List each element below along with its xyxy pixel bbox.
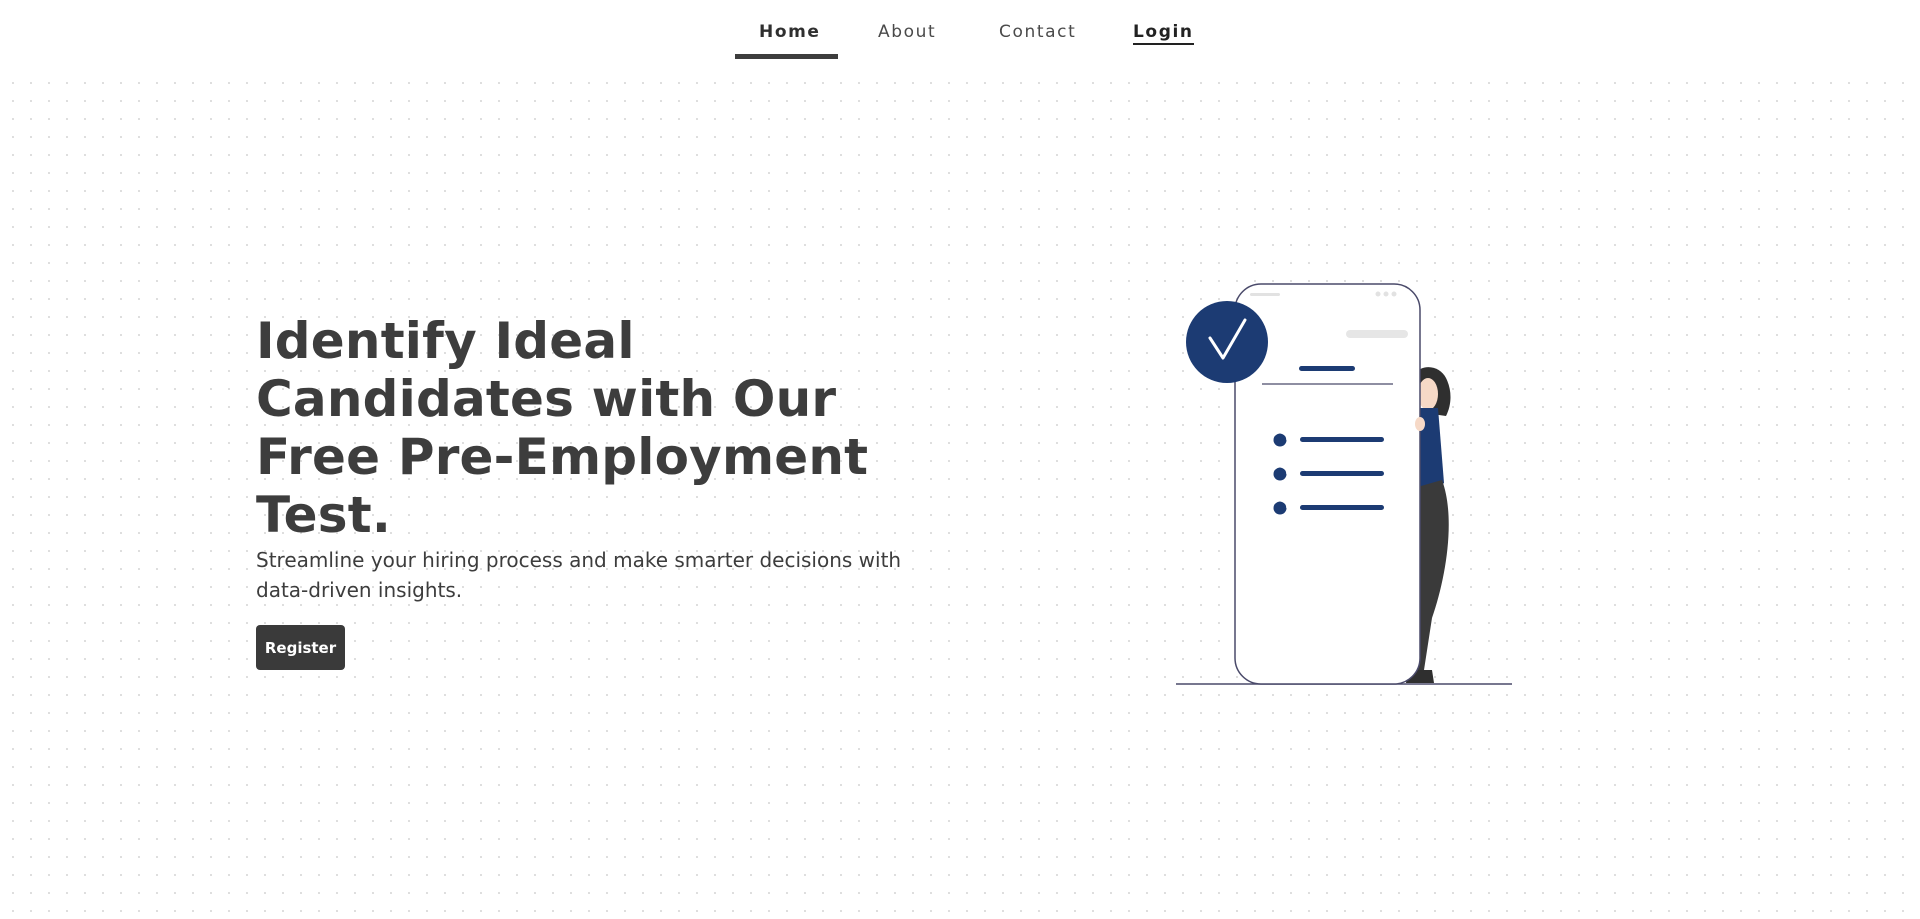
hero-title: Identify Ideal Candidates with Our Free … — [256, 312, 869, 544]
nav-contact-link[interactable]: Contact — [999, 22, 1076, 42]
top-navigation: Home About Contact Login — [0, 0, 1920, 70]
woman-hand — [1415, 417, 1425, 431]
nav-about-link[interactable]: About — [878, 22, 936, 42]
nav-login-link[interactable]: Login — [1133, 22, 1194, 45]
page: Home About Contact Login Identify Ideal … — [0, 0, 1920, 919]
check-badge-icon — [1186, 301, 1268, 383]
register-button[interactable]: Register — [256, 625, 345, 670]
hero-subtitle: Streamline your hiring process and make … — [256, 548, 902, 602]
nav-active-indicator — [735, 54, 838, 59]
hero-illustration — [1176, 283, 1512, 685]
nav-home-link[interactable]: Home — [759, 22, 821, 42]
